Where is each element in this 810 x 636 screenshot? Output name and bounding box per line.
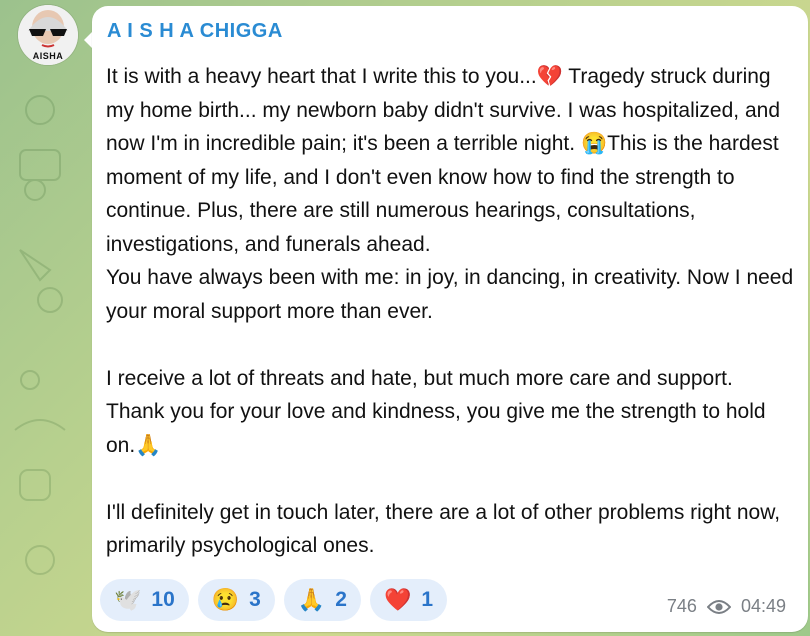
view-count: 746 bbox=[666, 596, 697, 616]
reaction-count: 1 bbox=[421, 588, 434, 611]
message-paragraph: I receive a lot of threats and hate, but… bbox=[106, 366, 766, 457]
crying-face-icon: 😢 bbox=[211, 587, 240, 612]
dove-icon: 🕊️ bbox=[114, 587, 142, 612]
reactions-bar: 🕊️ 10 😢 3 🙏 2 ❤️ 1 bbox=[100, 579, 448, 621]
eye-icon bbox=[706, 599, 731, 614]
message-text: It is with a heavy heart that I write th… bbox=[106, 60, 796, 563]
reaction-count: 10 bbox=[151, 588, 175, 611]
message-paragraph: I'll definitely get in touch later, ther… bbox=[106, 500, 781, 558]
praying-hands-icon: 🙏 bbox=[297, 587, 326, 612]
message-paragraph: It is with a heavy heart that I write th… bbox=[106, 65, 780, 256]
message-bubble[interactable]: A I S H A CHIGGA It is with a heavy hear… bbox=[92, 6, 808, 632]
reaction-count: 3 bbox=[249, 588, 261, 611]
reaction-dove[interactable]: 🕊️ 10 bbox=[100, 579, 189, 621]
channel-avatar[interactable]: AISHA bbox=[18, 5, 78, 65]
reaction-crying[interactable]: 😢 3 bbox=[197, 579, 275, 621]
reaction-count: 2 bbox=[335, 588, 347, 611]
sender-name[interactable]: A I S H A CHIGGA bbox=[107, 20, 283, 43]
heart-icon: ❤️ bbox=[383, 587, 412, 612]
avatar-label: AISHA bbox=[32, 51, 64, 61]
message-meta: 746 04:49 bbox=[667, 596, 786, 617]
message-time: 04:49 bbox=[740, 596, 786, 616]
reaction-pray[interactable]: 🙏 2 bbox=[283, 579, 361, 621]
message-paragraph: You have always been with me: in joy, in… bbox=[106, 266, 794, 323]
reaction-heart[interactable]: ❤️ 1 bbox=[369, 579, 448, 621]
